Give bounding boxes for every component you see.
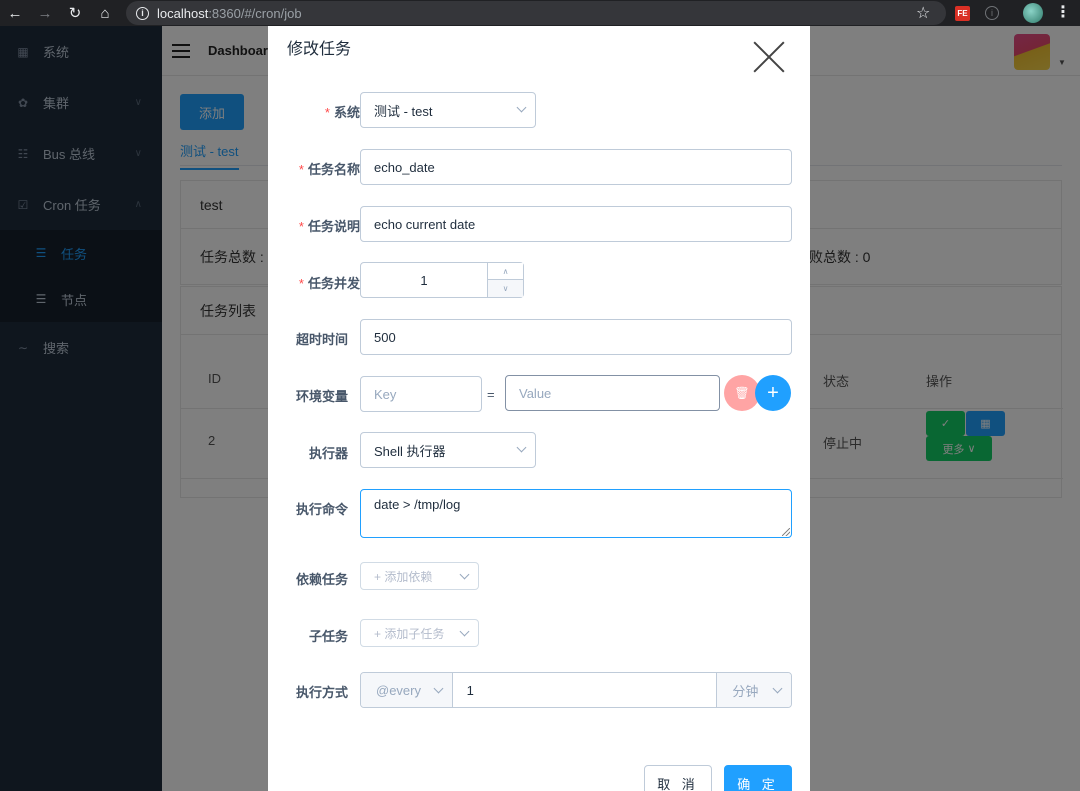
forward-arrow-icon[interactable]: →: [30, 0, 60, 26]
stepper-arrows: ∧ ∨: [487, 263, 523, 297]
schedule-unit-value: 分钟: [732, 683, 759, 699]
env-value-input[interactable]: Value: [505, 375, 720, 411]
trash-icon: 🗑: [734, 386, 750, 400]
job-desc-label: * 任务说明: [298, 219, 360, 234]
timeout-input[interactable]: 500: [360, 319, 792, 355]
url-path: :8360/#/cron/job: [208, 5, 302, 21]
job-name-label: * 任务名称: [298, 162, 360, 177]
edit-job-dialog: 修改任务 * 系统 测试 - test * 任务名称 echo_date * 任务说明…: [268, 26, 810, 791]
schedule-value: 1: [466, 682, 474, 698]
schedule-label: 执行方式: [295, 685, 348, 700]
dialog-title: 修改任务: [287, 41, 352, 58]
system-select[interactable]: 测试 - test: [360, 92, 536, 128]
env-label: 环境变量: [295, 389, 348, 404]
timeout-value: 500: [374, 329, 396, 345]
close-icon[interactable]: [752, 40, 786, 74]
browser-toolbar: ← → ↻ ⌂ i localhost:8360/#/cron/job ☆ FE…: [0, 0, 1080, 26]
env-value-placeholder: Value: [519, 385, 552, 401]
concurrency-stepper[interactable]: 1 ∧ ∨: [360, 262, 524, 298]
browser-menu-icon[interactable]: ⋮: [1055, 2, 1071, 22]
command-label: 执行命令: [295, 502, 348, 517]
chevron-down-icon: [516, 442, 527, 453]
command-value: date > /tmp/log: [374, 497, 461, 512]
children-label: 子任务: [308, 629, 348, 644]
executor-label: 执行器: [308, 446, 348, 461]
concurrency-label: * 任务并发: [298, 276, 360, 291]
children-placeholder: + 添加子任务: [374, 626, 445, 641]
system-select-value: 测试 - test: [374, 103, 433, 119]
env-key-input[interactable]: Key: [360, 376, 482, 412]
job-name-value: echo_date: [374, 159, 435, 175]
url-host: localhost: [157, 5, 209, 21]
profile-avatar-icon[interactable]: [1023, 3, 1043, 23]
children-select[interactable]: + 添加子任务: [360, 619, 479, 647]
stepper-up-icon[interactable]: ∧: [488, 263, 523, 280]
home-icon[interactable]: ⌂: [90, 0, 120, 26]
cancel-button[interactable]: 取 消: [644, 765, 712, 791]
system-label: * 系统: [324, 105, 360, 120]
extension-info-icon[interactable]: i: [985, 6, 999, 20]
resize-handle-icon[interactable]: [782, 528, 790, 536]
executor-select[interactable]: Shell 执行器: [360, 432, 536, 468]
chevron-down-icon: [459, 626, 470, 637]
plus-icon: +: [767, 381, 779, 404]
fe-extension-icon[interactable]: FE: [955, 6, 970, 21]
chevron-down-icon: [516, 102, 527, 113]
executor-value: Shell 执行器: [374, 443, 446, 459]
job-desc-input[interactable]: echo current date: [360, 206, 792, 242]
chevron-down-icon: [433, 683, 444, 694]
env-key-placeholder: Key: [374, 386, 397, 402]
chevron-down-icon: [459, 569, 470, 580]
schedule-unit-select[interactable]: 分钟: [716, 673, 791, 707]
stepper-down-icon[interactable]: ∨: [488, 280, 523, 297]
schedule-group: @every 1 分钟: [360, 672, 792, 708]
schedule-value-input[interactable]: 1: [453, 673, 717, 707]
add-env-button[interactable]: +: [755, 375, 791, 411]
confirm-button[interactable]: 确 定: [724, 765, 792, 791]
depends-placeholder: + 添加依赖: [374, 569, 433, 584]
job-desc-value: echo current date: [374, 216, 476, 232]
command-textarea[interactable]: date > /tmp/log: [360, 489, 792, 538]
address-bar[interactable]: i localhost:8360/#/cron/job ☆: [126, 1, 946, 25]
env-equals: =: [487, 387, 495, 402]
chevron-down-icon: [772, 683, 783, 694]
site-info-icon[interactable]: i: [136, 6, 149, 20]
bookmark-star-icon[interactable]: ☆: [916, 3, 930, 23]
timeout-label: 超时时间: [295, 332, 348, 347]
schedule-mode-select[interactable]: @every: [361, 673, 453, 707]
depends-select[interactable]: + 添加依赖: [360, 562, 479, 590]
schedule-mode-value: @every: [376, 682, 421, 698]
concurrency-value: 1: [420, 272, 428, 288]
back-arrow-icon[interactable]: ←: [0, 0, 30, 26]
reload-icon[interactable]: ↻: [60, 0, 90, 26]
job-name-input[interactable]: echo_date: [360, 149, 792, 185]
depends-label: 依赖任务: [295, 572, 348, 587]
